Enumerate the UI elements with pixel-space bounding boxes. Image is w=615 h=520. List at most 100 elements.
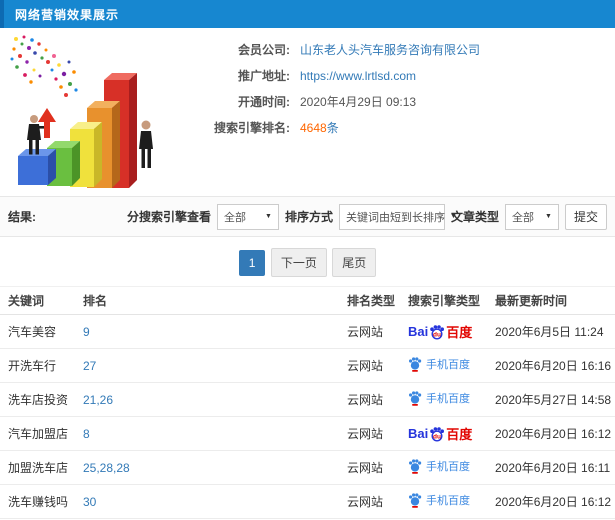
chevron-down-icon: ▼ <box>545 213 552 220</box>
keyword-cell: 汽车美容 <box>0 314 75 349</box>
company-label: 会员公司: <box>238 43 290 57</box>
rank-count-unit: 条 <box>326 121 339 135</box>
rank-cell: 30 <box>75 484 339 519</box>
article-type-select-value: 全部 <box>511 211 534 224</box>
engine-cell: 手机百度 <box>400 484 487 519</box>
keyword-cell: 洗车赚钱吗 <box>0 484 75 519</box>
table-row: 洗车赚钱吗 30 云网站 手机百度 2020年6月20日 16:12 <box>0 484 615 519</box>
engine-select[interactable]: 全部 ▼ <box>216 203 279 230</box>
updated-time-cell: 2020年6月20日 16:11 <box>487 450 615 485</box>
table-body: 汽车美容 9 云网站 Bai du 百度 2020年6月5日 11:24 开洗车行 27 云网站手… <box>0 314 615 520</box>
baidu-pc-logo: Bai du 百度 <box>408 426 473 442</box>
rank-value[interactable]: 25,28,28 <box>83 461 130 475</box>
baidu-mobile-logo: 手机百度 <box>408 458 470 474</box>
baidu-mobile-logo: 手机百度 <box>408 356 470 372</box>
rank-cell: 27 <box>75 348 339 383</box>
rank-cell: 25,28,28 <box>75 450 339 485</box>
baidu-mobile-app-icon <box>409 493 422 508</box>
rank-type-cell: 云网站 <box>339 348 400 383</box>
engine-select-value: 全部 <box>223 211 246 224</box>
results-table: 关键词 排名 排名类型 搜索引擎类型 最新更新时间 汽车美容 9 云网站 Bai du 百度 202… <box>0 286 615 520</box>
promo-url-label: 推广地址: <box>238 69 290 83</box>
member-info-section: 会员公司: 山东老人头汽车服务咨询有限公司 推广地址: https://www.… <box>0 28 615 196</box>
article-type-select[interactable]: 全部 ▼ <box>504 203 559 230</box>
pagination: 1 下一页 尾页 <box>0 248 615 277</box>
result-section-label: 结果: <box>8 210 36 224</box>
up-arrow-icon <box>38 108 56 138</box>
engine-cell: 手机百度 <box>400 382 487 417</box>
article-type-filter-label: 文章类型 <box>450 210 499 224</box>
sort-select[interactable]: 关键词由短到长排序 ▼ <box>338 203 457 230</box>
baidu-mobile-app-icon <box>409 459 422 474</box>
baidu-mobile-logo: 手机百度 <box>408 492 470 508</box>
rank-value[interactable]: 8 <box>83 427 90 441</box>
open-time-value: 2020年4月29日 09:13 <box>300 95 417 109</box>
updated-time-cell: 2020年6月20日 16:12 <box>487 416 615 451</box>
rank-value[interactable]: 27 <box>83 359 96 373</box>
baidu-paw-icon: du <box>430 426 445 442</box>
rank-value[interactable]: 30 <box>83 495 96 509</box>
table-row: 汽车加盟店 8 云网站 Bai du 百度 2020年6月20日 16:12 <box>0 416 615 451</box>
submit-button[interactable]: 提交 <box>564 203 607 230</box>
engine-cell: Bai du 百度 <box>400 314 487 349</box>
rank-type-cell: 云网站 <box>339 416 400 451</box>
column-header-3: 搜索引擎类型 <box>400 286 487 315</box>
member-info-list: 会员公司: 山东老人头汽车服务咨询有限公司 推广地址: https://www.… <box>186 41 480 145</box>
updated-time-cell: 2020年6月20日 16:12 <box>487 484 615 519</box>
rank-cell: 9 <box>75 314 339 349</box>
baidu-paw-icon: du <box>430 324 445 340</box>
rank-value[interactable]: 9 <box>83 325 90 339</box>
updated-time-cell: 2020年5月27日 14:58 <box>487 382 615 417</box>
bar-chart-illustration <box>10 35 153 188</box>
updated-time-cell: 2020年6月5日 11:24 <box>487 314 615 349</box>
rank-value[interactable]: 21,26 <box>83 393 113 407</box>
engine-cell: Bai du 百度 <box>400 416 487 451</box>
table-header-row: 关键词 排名 排名类型 搜索引擎类型 最新更新时间 <box>0 286 615 315</box>
rank-type-cell: 云网站 <box>339 314 400 349</box>
table-row: 开洗车行 27 云网站 手机百度 2020年6月20日 16:16 <box>0 348 615 383</box>
keyword-cell: 开洗车行 <box>0 348 75 383</box>
open-time-label: 开通时间: <box>238 95 290 109</box>
next-page-button[interactable]: 下一页 <box>270 248 327 277</box>
filter-controls: 分搜索引擎查看 全部 ▼ 排序方式 关键词由短到长排序 ▼ 文章类型 全部 ▼ … <box>126 203 607 230</box>
confetti-dots <box>10 35 78 97</box>
sort-filter-label: 排序方式 <box>284 210 333 224</box>
keyword-cell: 加盟洗车店 <box>0 450 75 485</box>
table-row: 洗车店投资 21,26 云网站 手机百度 2020年5月27日 14:58 <box>0 382 615 417</box>
page-header: 网络营销效果展示 <box>0 0 615 28</box>
rank-type-cell: 云网站 <box>339 450 400 485</box>
updated-time-cell: 2020年6月20日 16:16 <box>487 348 615 383</box>
businessman-right <box>139 120 153 168</box>
baidu-pc-logo: Bai du 百度 <box>408 324 473 340</box>
filter-bar: 结果: 分搜索引擎查看 全部 ▼ 排序方式 关键词由短到长排序 ▼ 文章类型 全… <box>0 196 615 237</box>
chevron-down-icon: ▼ <box>265 213 272 220</box>
info-row-open-time: 开通时间: 2020年4月29日 09:13 <box>186 93 480 109</box>
rank-count-value: 4648 <box>300 121 327 135</box>
table-row: 加盟洗车店 25,28,28 云网站 手机百度 2020年6月20日 16:11 <box>0 450 615 485</box>
engine-cell: 手机百度 <box>400 450 487 485</box>
rank-type-cell: 云网站 <box>339 484 400 519</box>
info-row-company: 会员公司: 山东老人头汽车服务咨询有限公司 <box>186 41 480 57</box>
column-header-2: 排名类型 <box>339 286 400 315</box>
last-page-button[interactable]: 尾页 <box>332 248 377 277</box>
keyword-cell: 汽车加盟店 <box>0 416 75 451</box>
baidu-mobile-app-icon <box>409 357 422 372</box>
page-button-current[interactable]: 1 <box>238 250 266 276</box>
svg-text:du: du <box>433 433 441 440</box>
column-header-0: 关键词 <box>0 286 75 315</box>
info-row-url: 推广地址: https://www.lrtlsd.com <box>186 67 480 83</box>
rank-count-label: 搜索引擎排名: <box>214 121 290 135</box>
header-accent-stripe <box>0 0 4 28</box>
column-header-4: 最新更新时间 <box>487 286 615 315</box>
engine-cell: 手机百度 <box>400 348 487 383</box>
engine-filter-label: 分搜索引擎查看 <box>126 210 211 224</box>
svg-text:du: du <box>433 331 441 338</box>
rank-cell: 21,26 <box>75 382 339 417</box>
rank-type-cell: 云网站 <box>339 382 400 417</box>
promo-url-link[interactable]: https://www.lrtlsd.com <box>300 69 416 83</box>
company-name-link[interactable]: 山东老人头汽车服务咨询有限公司 <box>300 43 480 57</box>
page-title: 网络营销效果展示 <box>15 7 120 22</box>
column-header-1: 排名 <box>75 286 339 315</box>
rank-cell: 8 <box>75 416 339 451</box>
baidu-mobile-app-icon <box>409 391 422 406</box>
